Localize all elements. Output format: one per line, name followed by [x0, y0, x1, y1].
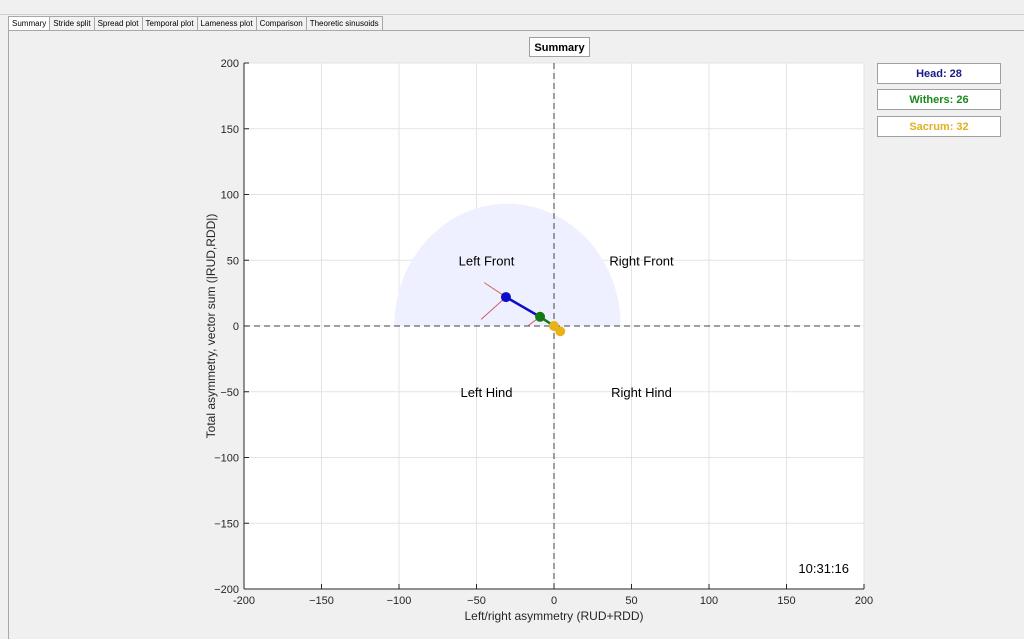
quadrant-label: Right Hind [611, 385, 672, 400]
asymmetry-chart: -200 −150 −100 −50 0 50 100 150 200 −200 −150 −100 −… [204, 58, 873, 623]
series-point-withers [535, 311, 546, 322]
timestamp: 10:31:16 [798, 561, 849, 576]
x-tick-label: 150 [777, 595, 795, 607]
quadrant-label: Left Front [459, 253, 515, 268]
x-tick-label: 100 [700, 595, 718, 607]
x-tick-label: −100 [387, 595, 412, 607]
x-tick-label: 200 [855, 595, 873, 607]
y-tick-label: −200 [214, 584, 239, 596]
y-tick-label: 100 [221, 190, 239, 202]
legend-sacrum: Sacrum: 32 [877, 116, 1001, 137]
series-point-sacrum [555, 326, 566, 337]
summary-button[interactable]: Summary [529, 37, 590, 57]
legend-head: Head: 28 [877, 63, 1001, 84]
x-tick-label: 50 [625, 595, 637, 607]
y-tick-label: −50 [220, 387, 239, 399]
x-tick-label: -200 [233, 595, 255, 607]
quadrant-label: Left Hind [460, 385, 512, 400]
y-tick-label: 0 [233, 321, 239, 333]
x-tick-label: −150 [309, 595, 334, 607]
y-tick-label: 150 [221, 124, 239, 136]
series-point-head [500, 292, 511, 303]
quadrant-label: Right Front [609, 253, 674, 268]
x-tick-label: 0 [551, 595, 557, 607]
y-axis-label: Total asymmetry, vector sum (|RUD,RDD|) [204, 214, 218, 439]
x-tick-label: −50 [467, 595, 486, 607]
x-axis-label: Left/right asymmetry (RUD+RDD) [464, 609, 643, 623]
y-tick-label: −150 [214, 518, 239, 530]
y-tick-label: 200 [221, 58, 239, 70]
y-tick-label: 50 [227, 255, 239, 267]
y-tick-label: −100 [214, 453, 239, 465]
legend-withers: Withers: 26 [877, 89, 1001, 110]
